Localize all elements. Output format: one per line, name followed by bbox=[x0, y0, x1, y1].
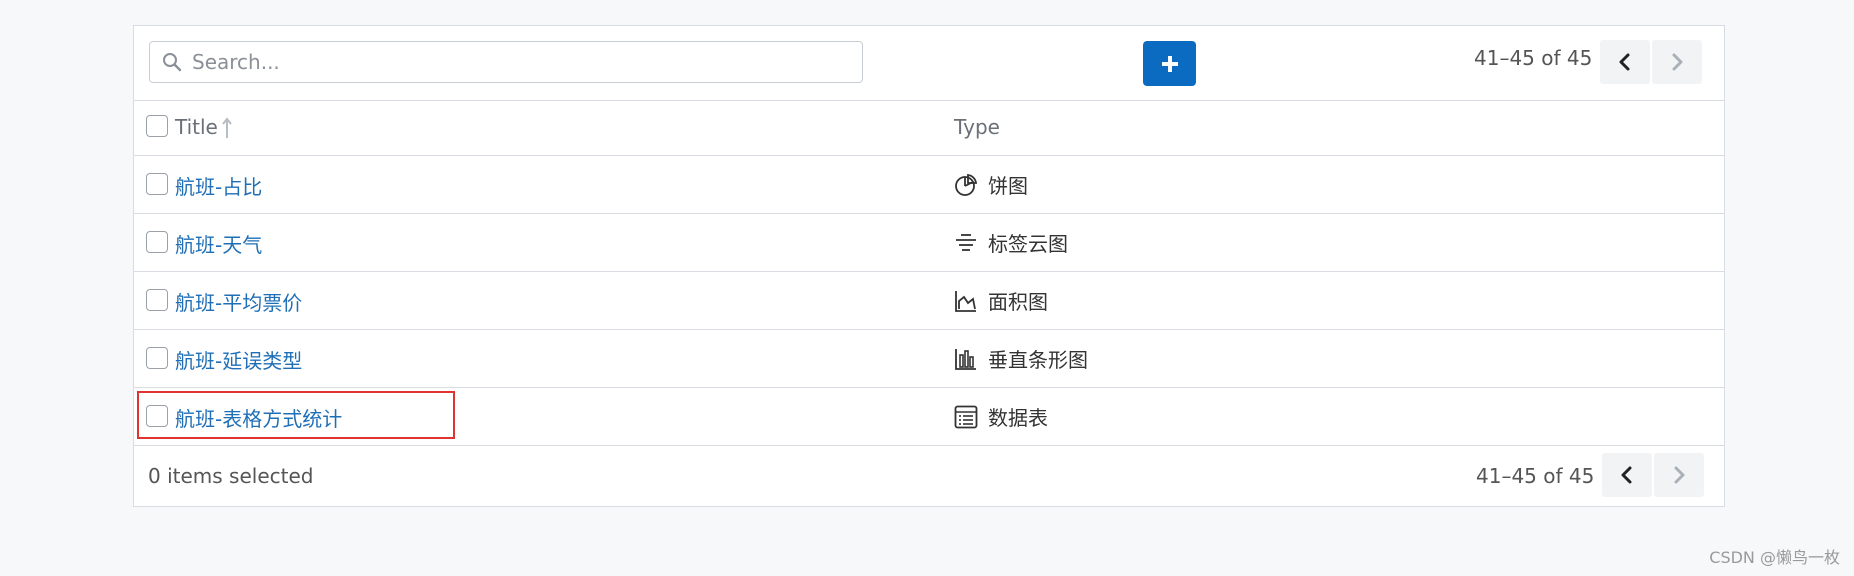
chevron-right-icon bbox=[1672, 53, 1683, 71]
type-cell: 垂直条形图 bbox=[954, 344, 1088, 373]
search-input[interactable] bbox=[190, 49, 854, 75]
pagination-range: 41–45 of 45 bbox=[1476, 464, 1595, 488]
chevron-left-icon bbox=[1621, 466, 1632, 484]
next-page-button[interactable] bbox=[1654, 453, 1704, 497]
row-checkbox[interactable] bbox=[146, 231, 168, 253]
row-checkbox[interactable] bbox=[146, 347, 168, 369]
table-row: 航班-平均票价 面积图 bbox=[134, 272, 1724, 330]
data-table-icon bbox=[954, 405, 978, 428]
type-label: 标签云图 bbox=[988, 232, 1068, 256]
sort-ascending-icon[interactable] bbox=[222, 117, 232, 139]
row-checkbox[interactable] bbox=[146, 289, 168, 311]
row-checkbox[interactable] bbox=[146, 405, 168, 427]
add-visualization-button[interactable] bbox=[1143, 41, 1196, 86]
type-cell: 数据表 bbox=[954, 402, 1048, 431]
previous-page-button[interactable] bbox=[1602, 453, 1652, 497]
table-row: 航班-占比 饼图 bbox=[134, 156, 1724, 214]
selection-count: 0 items selected bbox=[148, 464, 314, 488]
bar-chart-icon bbox=[955, 348, 976, 370]
type-column-header: Type bbox=[954, 115, 1000, 139]
visualization-title-link[interactable]: 航班-天气 bbox=[175, 229, 262, 258]
table-header: Title Type bbox=[134, 101, 1724, 156]
toolbar: 41–45 of 45 bbox=[134, 26, 1724, 101]
pagination-range: 41–45 of 45 bbox=[1474, 46, 1593, 70]
visualization-title-link[interactable]: 航班-平均票价 bbox=[175, 287, 302, 316]
pie-chart-icon bbox=[955, 173, 978, 196]
chevron-left-icon bbox=[1619, 53, 1630, 71]
watermark: CSDN @懒鸟一枚 bbox=[1709, 548, 1840, 567]
type-label: 面积图 bbox=[988, 290, 1048, 314]
visualization-title-link[interactable]: 航班-延误类型 bbox=[175, 345, 302, 374]
table-footer: 0 items selected 41–45 of 45 bbox=[134, 446, 1724, 506]
tag-cloud-icon bbox=[956, 233, 976, 251]
visualizations-panel: 41–45 of 45 Title Type 航班-占比 bbox=[133, 25, 1725, 507]
plus-icon bbox=[1161, 55, 1178, 72]
visualization-title-link[interactable]: 航班-表格方式统计 bbox=[175, 403, 342, 432]
table-row: 航班-天气 标签云图 bbox=[134, 214, 1724, 272]
search-box[interactable] bbox=[149, 41, 863, 83]
type-label: 数据表 bbox=[988, 406, 1048, 430]
type-cell: 饼图 bbox=[954, 170, 1028, 199]
search-icon bbox=[163, 53, 182, 72]
type-label: 垂直条形图 bbox=[988, 348, 1088, 372]
next-page-button[interactable] bbox=[1652, 40, 1702, 84]
previous-page-button[interactable] bbox=[1600, 40, 1650, 84]
visualization-title-link[interactable]: 航班-占比 bbox=[175, 171, 262, 200]
table-row: 航班-表格方式统计 数据表 bbox=[134, 388, 1724, 446]
type-cell: 面积图 bbox=[954, 286, 1048, 315]
select-all-checkbox[interactable] bbox=[146, 115, 168, 137]
row-checkbox[interactable] bbox=[146, 173, 168, 195]
area-chart-icon bbox=[955, 290, 976, 312]
type-cell: 标签云图 bbox=[954, 228, 1068, 257]
type-label: 饼图 bbox=[988, 174, 1028, 198]
table-row: 航班-延误类型 垂直条形图 bbox=[134, 330, 1724, 388]
title-column-header[interactable]: Title bbox=[175, 115, 218, 139]
chevron-right-icon bbox=[1674, 466, 1685, 484]
